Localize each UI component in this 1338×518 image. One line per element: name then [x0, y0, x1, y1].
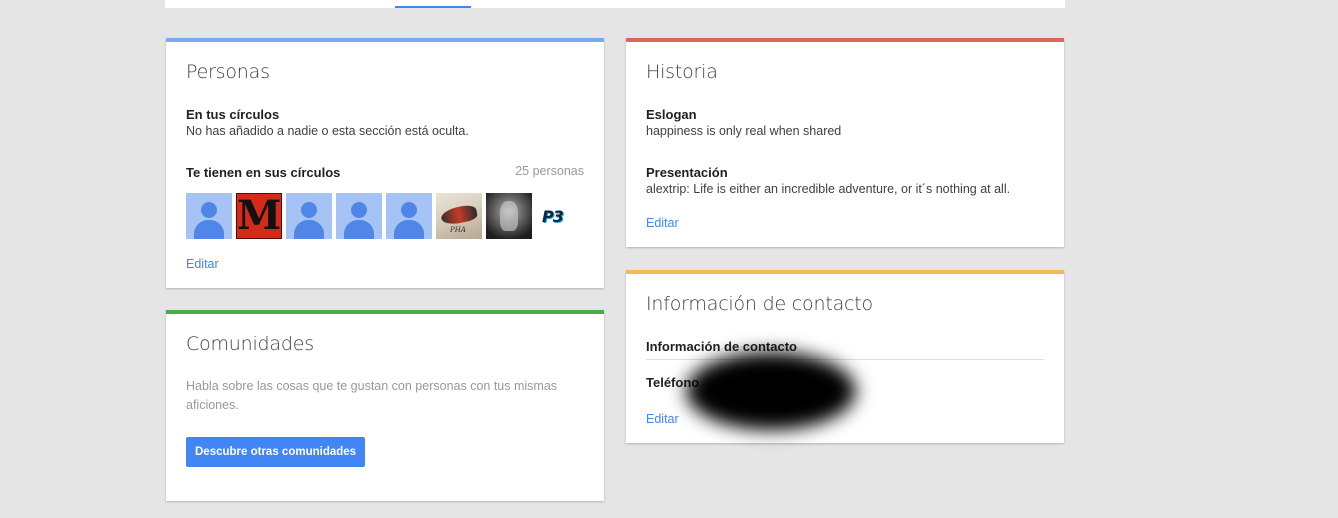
default-person-avatar[interactable] [386, 193, 432, 239]
default-person-avatar[interactable] [336, 193, 382, 239]
p3-logo-avatar[interactable]: P3 [536, 193, 582, 239]
personas-title: Personas [186, 61, 270, 83]
presentacion-label: Presentación [646, 165, 728, 180]
dark-figure-photo-avatar[interactable] [486, 193, 532, 239]
red-m-logo-avatar[interactable]: M [236, 193, 282, 239]
have-you-in-circles-label: Te tienen en sus círculos [186, 165, 341, 180]
people-count: 25 personas [515, 164, 584, 178]
avatar-list: M PHA P3 [186, 193, 582, 239]
active-tab-indicator[interactable] [395, 6, 471, 8]
personas-card: Personas En tus círculos No has añadido … [166, 38, 604, 288]
historia-card: Historia Eslogan happiness is only real … [626, 38, 1064, 247]
historia-title: Historia [646, 61, 718, 83]
in-circles-text: No has añadido a nadie o esta sección es… [186, 124, 469, 138]
contact-info-title: Información de contacto [646, 293, 873, 315]
comunidades-title: Comunidades [186, 333, 314, 355]
eslogan-label: Eslogan [646, 107, 697, 122]
personas-edit-link[interactable]: Editar [186, 257, 219, 271]
personas-accent-bar [166, 38, 604, 42]
contact-edit-link[interactable]: Editar [646, 412, 679, 426]
contact-accent-bar [626, 270, 1064, 274]
default-person-avatar[interactable] [286, 193, 332, 239]
redaction-scribble [686, 352, 856, 430]
shoe-photo-avatar[interactable]: PHA [436, 193, 482, 239]
default-person-avatar[interactable] [186, 193, 232, 239]
comunidades-description: Habla sobre las cosas que te gustan con … [186, 379, 558, 412]
in-circles-label: En tus círculos [186, 107, 280, 122]
eslogan-text: happiness is only real when shared [646, 124, 842, 138]
contact-divider [646, 359, 1044, 360]
top-navigation-bar [165, 0, 1065, 8]
comunidades-card: Comunidades Habla sobre las cosas que te… [166, 310, 604, 501]
contact-info-card: Información de contacto Información de c… [626, 270, 1064, 443]
comunidades-accent-bar [166, 310, 604, 314]
historia-edit-link[interactable]: Editar [646, 216, 679, 230]
discover-communities-button[interactable]: Descubre otras comunidades [186, 437, 366, 467]
presentacion-text: alextrip: Life is either an incredible a… [646, 182, 1011, 196]
historia-accent-bar [626, 38, 1064, 42]
